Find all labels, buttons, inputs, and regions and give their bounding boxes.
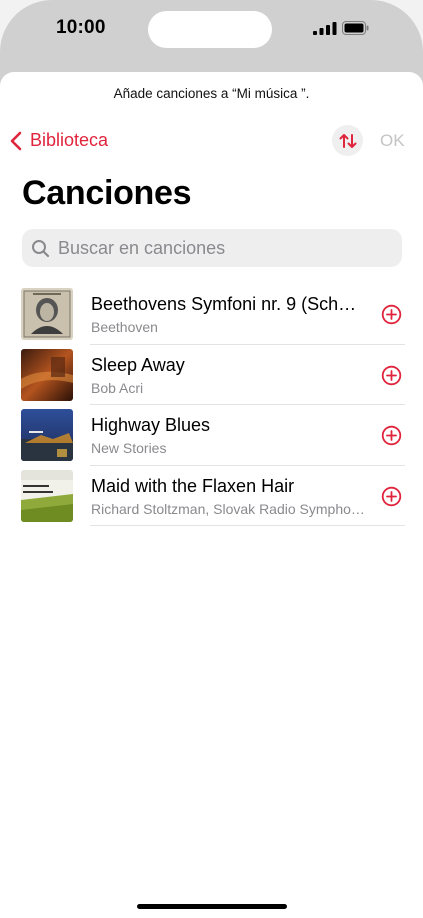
plus-circle-icon <box>381 486 402 506</box>
add-song-button[interactable] <box>381 365 402 386</box>
sort-button[interactable] <box>332 125 363 156</box>
plus-circle-icon <box>381 304 402 325</box>
album-artwork <box>21 348 73 401</box>
song-artist: Bob Acri <box>91 379 144 396</box>
ok-button[interactable]: OK <box>380 131 405 151</box>
song-title: Highway Blues <box>91 415 211 435</box>
song-row[interactable]: Highway Blues New Stories <box>0 405 423 466</box>
song-artist: New Stories <box>91 440 167 456</box>
search-input[interactable] <box>56 236 380 260</box>
song-artist: Beethoven <box>91 319 158 335</box>
cellular-signal-icon <box>313 22 337 35</box>
song-title: Maid with the Flaxen Hair <box>91 475 295 496</box>
add-song-button[interactable] <box>381 425 402 446</box>
add-song-button[interactable] <box>381 304 402 325</box>
search-bar[interactable] <box>22 229 402 267</box>
album-artwork <box>21 469 73 522</box>
plus-circle-icon <box>381 365 402 385</box>
album-artwork <box>21 288 73 340</box>
chevron-left-icon <box>10 131 22 150</box>
add-songs-sheet: Añade canciones a “Mi música ”. Bibliote… <box>0 72 423 918</box>
row-divider <box>90 525 405 526</box>
song-title: Sleep Away <box>91 354 185 375</box>
status-time: 10:00 <box>56 17 106 38</box>
song-row[interactable]: Beethovens Symfoni nr. 9 (Scherzo) Beeth… <box>0 284 423 345</box>
sheet-prompt: Añade canciones a “Mi música ”. <box>113 86 310 101</box>
dynamic-island <box>148 11 272 48</box>
song-title: Beethovens Symfoni nr. 9 (Scherzo) <box>91 294 366 314</box>
back-button-label: Biblioteca <box>30 130 109 150</box>
album-artwork <box>21 409 73 461</box>
sort-arrows-icon <box>339 133 356 148</box>
plus-circle-icon <box>381 425 402 446</box>
song-row[interactable]: Sleep Away Bob Acri <box>0 345 423 405</box>
add-song-button[interactable] <box>381 486 402 507</box>
song-row[interactable]: Maid with the Flaxen Hair Richard Stoltz… <box>0 466 423 526</box>
battery-icon <box>342 21 369 35</box>
back-button[interactable]: Biblioteca <box>10 130 108 151</box>
search-icon <box>32 239 50 257</box>
status-bar: 10:00 <box>0 0 423 60</box>
home-indicator[interactable] <box>137 904 287 909</box>
song-artist: Richard Stoltzman, Slovak Radio Symphony… <box>91 500 366 517</box>
song-list: Beethovens Symfoni nr. 9 (Scherzo) Beeth… <box>0 284 423 526</box>
page-title: Canciones <box>22 174 192 212</box>
